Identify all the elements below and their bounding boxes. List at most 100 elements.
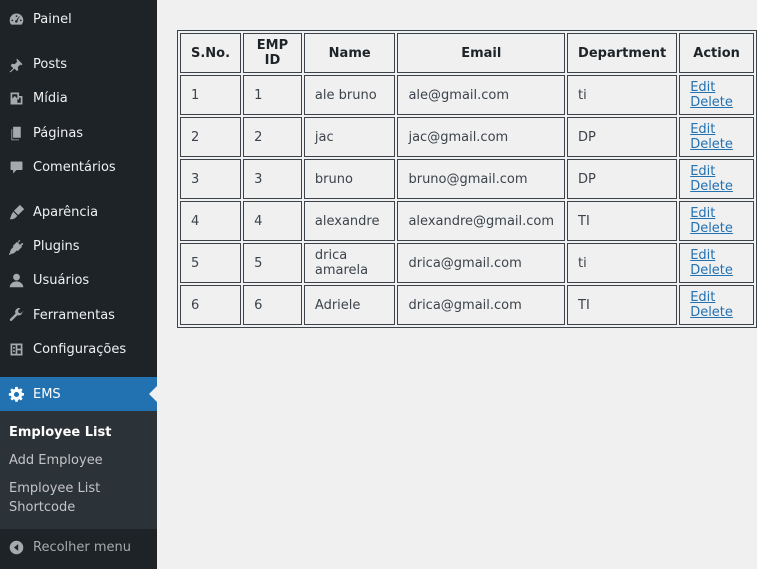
submenu-item-employee-list-shortcode[interactable]: Employee List Shortcode [9, 479, 109, 517]
users-icon [0, 270, 33, 290]
table-row: 5 5 drica amarela drica@gmail.com ti Edi… [180, 243, 754, 283]
cell-action: Edit Delete [679, 159, 754, 199]
table-row: 4 4 alexandre alexandre@gmail.com TI Edi… [180, 201, 754, 241]
sidebar-item-label: Posts [33, 56, 67, 72]
cell-email: drica@gmail.com [397, 243, 566, 283]
sidebar-item-paginas[interactable]: Páginas [0, 116, 157, 150]
cell-department: DP [567, 117, 678, 157]
delete-link[interactable]: Delete [690, 95, 733, 110]
sidebar-item-label: Aparência [33, 204, 99, 220]
brush-icon [0, 202, 33, 222]
cell-emp-id: 2 [243, 117, 302, 157]
wrench-icon [0, 305, 33, 325]
cell-name: bruno [303, 159, 396, 199]
delete-link[interactable]: Delete [690, 305, 733, 320]
sidebar-item-midia[interactable]: Mídia [0, 81, 157, 115]
table-row: 6 6 Adriele drica@gmail.com TI Edit Dele… [180, 285, 754, 325]
cell-action: Edit Delete [679, 285, 754, 325]
sidebar-item-posts[interactable]: Posts [0, 47, 157, 81]
edit-link[interactable]: Edit [690, 248, 715, 263]
cell-email: jac@gmail.com [397, 117, 566, 157]
edit-link[interactable]: Edit [690, 206, 715, 221]
column-header-name: Name [303, 33, 396, 73]
cell-sno: 3 [180, 159, 242, 199]
cell-name: drica amarela [303, 243, 396, 283]
collapse-menu-label: Recolher menu [33, 539, 132, 555]
comments-icon [0, 157, 33, 177]
column-header-emp-id: EMP ID [243, 33, 302, 73]
cell-sno: 5 [180, 243, 242, 283]
cell-action: Edit Delete [679, 117, 754, 157]
cell-action: Edit Delete [679, 201, 754, 241]
collapse-menu-button[interactable]: Recolher menu [0, 529, 157, 565]
cell-department: ti [567, 75, 678, 115]
cell-emp-id: 4 [243, 201, 302, 241]
sidebar-item-label: Configurações [33, 341, 127, 357]
sidebar-item-label: Ferramentas [33, 307, 115, 323]
pin-icon [0, 54, 33, 74]
sidebar-item-label: Mídia [33, 90, 68, 106]
cell-email: bruno@gmail.com [397, 159, 566, 199]
table-header-row: S.No. EMP ID Name Email Department Actio… [180, 33, 754, 73]
media-icon [0, 88, 33, 108]
cell-sno: 4 [180, 201, 242, 241]
plugin-icon [0, 236, 33, 256]
sidebar-item-configuracoes[interactable]: Configurações [0, 332, 157, 366]
cell-sno: 1 [180, 75, 242, 115]
sidebar-item-ems[interactable]: EMS [0, 377, 157, 411]
column-header-email: Email [397, 33, 566, 73]
delete-link[interactable]: Delete [690, 137, 733, 152]
sidebar-item-painel[interactable]: Painel [0, 2, 157, 36]
cell-emp-id: 3 [243, 159, 302, 199]
cell-emp-id: 6 [243, 285, 302, 325]
delete-link[interactable]: Delete [690, 221, 733, 236]
submenu-item-employee-list[interactable]: Employee List [9, 423, 149, 442]
submenu-item-add-employee[interactable]: Add Employee [9, 451, 149, 470]
admin-sidebar: Painel Posts Mídia Páginas Comentários A… [0, 0, 157, 569]
edit-link[interactable]: Edit [690, 164, 715, 179]
pages-icon [0, 123, 33, 143]
dashboard-icon [0, 9, 33, 29]
sidebar-item-ferramentas[interactable]: Ferramentas [0, 298, 157, 332]
cell-department: DP [567, 159, 678, 199]
gear-icon [0, 384, 33, 404]
cell-department: ti [567, 243, 678, 283]
cell-department: TI [567, 201, 678, 241]
cell-action: Edit Delete [679, 75, 754, 115]
cell-emp-id: 1 [243, 75, 302, 115]
delete-link[interactable]: Delete [690, 179, 733, 194]
employee-table: S.No. EMP ID Name Email Department Actio… [177, 30, 757, 328]
sidebar-item-label: Páginas [33, 125, 84, 141]
column-header-sno: S.No. [180, 33, 242, 73]
cell-email: drica@gmail.com [397, 285, 566, 325]
table-row: 3 3 bruno bruno@gmail.com DP Edit Delete [180, 159, 754, 199]
collapse-arrow-icon [0, 539, 33, 556]
column-header-department: Department [567, 33, 678, 73]
settings-icon [0, 339, 33, 359]
cell-action: Edit Delete [679, 243, 754, 283]
sidebar-item-label: EMS [33, 386, 61, 402]
delete-link[interactable]: Delete [690, 263, 733, 278]
cell-sno: 2 [180, 117, 242, 157]
sidebar-item-label: Plugins [33, 238, 80, 254]
main-content: S.No. EMP ID Name Email Department Actio… [177, 30, 757, 328]
sidebar-item-usuarios[interactable]: Usuários [0, 263, 157, 297]
sidebar-item-label: Comentários [33, 159, 116, 175]
edit-link[interactable]: Edit [690, 290, 715, 305]
sidebar-item-comentarios[interactable]: Comentários [0, 150, 157, 184]
cell-name: Adriele [303, 285, 396, 325]
cell-name: ale bruno [303, 75, 396, 115]
column-header-action: Action [679, 33, 754, 73]
cell-email: alexandre@gmail.com [397, 201, 566, 241]
cell-sno: 6 [180, 285, 242, 325]
cell-name: alexandre [303, 201, 396, 241]
sidebar-item-aparencia[interactable]: Aparência [0, 195, 157, 229]
sidebar-item-label: Usuários [33, 272, 90, 288]
cell-department: TI [567, 285, 678, 325]
ems-submenu: Employee List Add Employee Employee List… [0, 411, 157, 529]
edit-link[interactable]: Edit [690, 80, 715, 95]
sidebar-item-plugins[interactable]: Plugins [0, 229, 157, 263]
edit-link[interactable]: Edit [690, 122, 715, 137]
cell-emp-id: 5 [243, 243, 302, 283]
sidebar-item-label: Painel [33, 11, 72, 27]
